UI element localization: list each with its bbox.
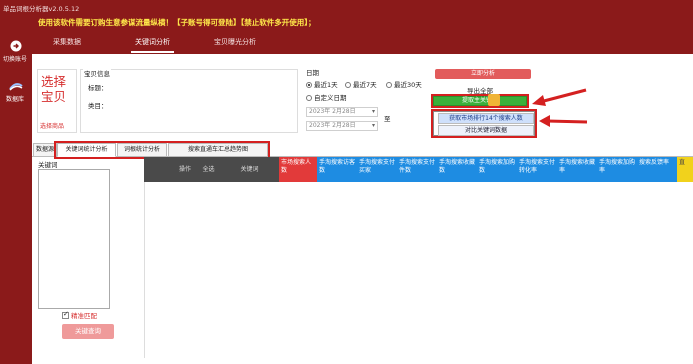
grid-header-cell[interactable]: 手淘搜索加购率 [597,157,637,182]
select-product-title[interactable]: 选择宝贝 [41,74,77,104]
switch-account-label: 切换账号 [2,56,27,63]
checkbox-check-icon [62,310,69,319]
product-info-group: 宝贝信息 标题： 类目： [80,68,298,133]
tab-collect-data[interactable]: 采集数据 [53,37,81,47]
cursor-hand-icon [488,94,500,106]
product-title-label: 标题： [88,84,108,92]
context-menu: 获取市场排行14个搜索人数 对比关键词数据 [433,111,535,136]
select-product-box[interactable]: 选择宝贝 选择商品 [37,69,77,133]
grid-header-cell[interactable]: 手淘搜索支付买家 [357,157,397,182]
analyze-now-button[interactable]: 立即分析 [435,69,531,79]
date-label: 日期 [306,69,319,77]
database-button[interactable]: 数据库 [0,78,32,112]
tab-keyword-analysis[interactable]: 关键词分析 [131,37,174,53]
grid-header-cell[interactable]: 市场搜索人数 [279,157,317,182]
date-group: 日期 最近1天 最近7天 最近30天 自定义日期 2023年 2月28日 ▾ 20… [303,69,430,133]
keyword-label: 关键词 [38,161,58,169]
grid-header-cell[interactable]: 手淘搜索收藏数 [437,157,477,182]
grid-header-cell[interactable]: 手淘搜索支付转化率 [517,157,557,182]
radio-last-7-days[interactable]: 最近7天 [345,79,377,89]
keyword-search-button[interactable]: 关键查询 [62,324,114,339]
keyword-textarea[interactable] [38,169,110,309]
tab-exposure-analysis[interactable]: 宝贝曝光分析 [214,37,256,47]
menu-item-compare-keywords[interactable]: 对比关键词数据 [438,125,534,136]
grid-header-cell[interactable]: 手淘搜索访客数 [317,157,357,182]
calendar-dropdown-icon[interactable]: ▾ [372,108,375,116]
switch-account-button[interactable]: 切换账号 [0,38,32,72]
main-content: 选择宝贝 选择商品 宝贝信息 标题： 类目： 日期 最近1天 最近7天 最近30… [32,54,693,364]
menu-item-market-rank[interactable]: 获取市场排行14个搜索人数 [438,113,534,124]
extract-keyword-button[interactable]: 提取主关键词 [433,96,527,106]
title-bar: 单品词根分析器v2.0.5.12 使用该软件需要订购生意参谋流量纵横！【子账号得… [0,0,693,32]
start-date-input[interactable]: 2023年 2月28日 ▾ [306,107,378,117]
select-product-link[interactable]: 选择商品 [40,121,64,130]
left-sidebar: 切换账号 数据库 [0,32,32,364]
exact-match-checkbox[interactable]: 精准匹配 [62,310,97,320]
grid-header-cell[interactable]: 手淘搜索支付件数 [397,157,437,182]
grid-header-cell[interactable]: 手淘搜索加购数 [477,157,517,182]
switch-account-icon [10,40,22,52]
data-grid-body[interactable] [144,182,693,358]
top-navigation: 采集数据 关键词分析 宝贝曝光分析 [32,32,693,54]
database-label: 数据库 [5,96,24,103]
grid-header-cell[interactable]: 操作 [173,157,197,182]
arrow-annotation-icon [539,115,588,127]
radio-last-30-days[interactable]: 最近30天 [386,79,422,89]
database-icon [9,83,23,91]
grid-header-cell[interactable]: 直 [677,157,693,182]
date-to-label: 至 [384,115,391,123]
calendar-dropdown-icon[interactable]: ▾ [372,122,375,130]
end-date-input[interactable]: 2023年 2月28日 ▾ [306,121,378,131]
grid-header-cell[interactable]: 手淘搜索收藏率 [557,157,597,182]
product-info-label: 宝贝信息 [83,68,111,78]
grid-header-cell [144,157,173,182]
product-category-label: 类目： [88,102,108,110]
radio-last-1-day[interactable]: 最近1天 [306,79,338,89]
grid-header-cell[interactable]: 关键词 [220,157,279,182]
grid-header-cell[interactable]: 搜索反馈率 [637,157,677,182]
warning-banner: 使用该软件需要订购生意参谋流量纵横！【子账号得可登陆】【禁止软件多开使用】； [38,18,316,27]
grid-header-cell[interactable]: 全选 [197,157,220,182]
app-title: 单品词根分析器v2.0.5.12 [3,5,80,13]
arrow-annotation-icon [532,88,587,106]
radio-custom-date[interactable]: 自定义日期 [306,92,347,102]
